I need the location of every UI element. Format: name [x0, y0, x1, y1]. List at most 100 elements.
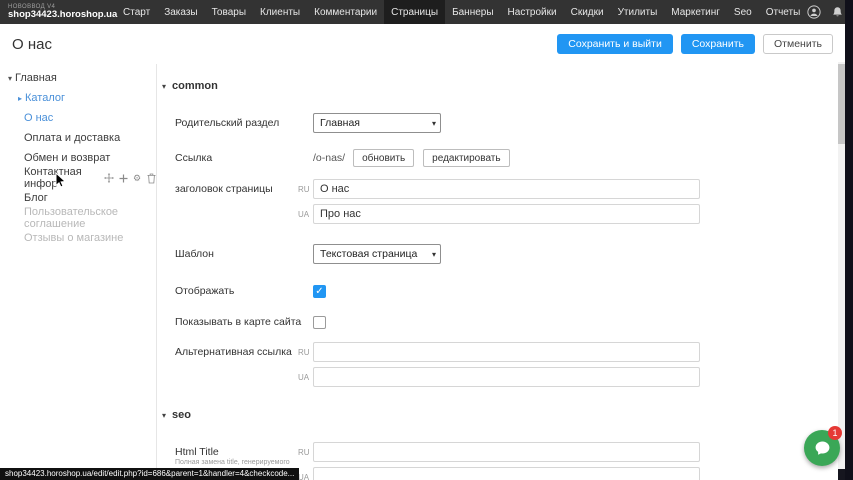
chevron-down-icon — [432, 250, 436, 259]
tree-item-label: Оплата и доставка — [24, 132, 120, 144]
html-title-ru-input[interactable] — [313, 442, 700, 462]
app-window: НОВОВВОД V4 shop34423.horoshop.ua Старт … — [0, 0, 853, 480]
tree-item-user-agreement[interactable]: Пользовательское соглашение — [0, 208, 156, 228]
tree-item-label: Пользовательское соглашение — [24, 206, 156, 230]
alt-link-ru-input[interactable] — [313, 342, 700, 362]
menu-item-seo[interactable]: Seo — [727, 0, 759, 24]
top-menu: Старт Заказы Товары Клиенты Комментарии … — [116, 0, 807, 24]
pages-tree-sidebar: Главная Каталог О нас Оплата и доставка … — [0, 64, 157, 470]
page-title-ua-input[interactable] — [313, 204, 700, 224]
field-html-title-ru: Html Title Полная замена title, генериру… — [158, 442, 700, 462]
chevron-down-icon — [432, 119, 436, 128]
tree-item-label: Обмен и возврат — [24, 152, 110, 164]
user-account-icon[interactable] — [807, 5, 821, 19]
add-icon[interactable] — [118, 173, 128, 184]
section-title: common — [172, 80, 218, 92]
section-common[interactable]: common — [162, 80, 218, 92]
field-page-title-ua: UA — [158, 204, 700, 224]
brand-domain: shop34423.horoshop.ua — [8, 10, 116, 20]
field-alt-link-ua: UA — [158, 367, 700, 387]
tree-item-actions: ⚙ — [104, 173, 156, 184]
link-refresh-button[interactable]: обновить — [353, 149, 414, 167]
menu-item-settings[interactable]: Настройки — [501, 0, 564, 24]
window-right-edge — [845, 0, 853, 480]
tree-item-home[interactable]: Главная — [0, 68, 156, 88]
cancel-button[interactable]: Отменить — [763, 34, 833, 54]
lang-badge-ru: RU — [298, 184, 313, 194]
link-edit-button[interactable]: редактировать — [423, 149, 509, 167]
field-label: Альтернативная ссылка — [158, 346, 298, 358]
field-link: Ссылка /o-nas/ обновить редактировать — [158, 148, 519, 168]
move-icon[interactable] — [104, 173, 114, 184]
menu-item-clients[interactable]: Клиенты — [253, 0, 307, 24]
tree-item-about[interactable]: О нас — [0, 108, 156, 128]
menu-item-banners[interactable]: Баннеры — [445, 0, 500, 24]
field-parent-section: Родительский раздел Главная — [158, 113, 441, 133]
template-select[interactable]: Текстовая страница — [313, 244, 441, 264]
field-label: Ссылка — [158, 152, 313, 164]
notifications-bell-icon[interactable] — [830, 5, 844, 19]
html-title-label: Html Title — [175, 446, 219, 458]
caret-down-icon — [162, 82, 166, 91]
page-header: О нас Сохранить и выйти Сохранить Отмени… — [0, 24, 845, 64]
field-sitemap: Показывать в карте сайта — [158, 312, 326, 332]
vertical-scrollbar-thumb[interactable] — [838, 64, 845, 144]
field-label: Шаблон — [158, 248, 313, 260]
tree-item-contact-info[interactable]: Контактная инфор ⚙ — [0, 168, 156, 188]
link-value: /o-nas/ — [313, 152, 345, 164]
menu-item-utilities[interactable]: Утилиты — [611, 0, 665, 24]
tree-item-label: Блог — [24, 192, 48, 204]
menu-item-reports[interactable]: Отчеты — [759, 0, 808, 24]
tree-item-label: О нас — [24, 112, 53, 124]
tree-item-payment-delivery[interactable]: Оплата и доставка — [0, 128, 156, 148]
tree-item-label: Контактная инфор — [24, 166, 99, 190]
tree-item-label: Отзывы о магазине — [24, 232, 123, 244]
section-seo[interactable]: seo — [162, 409, 191, 421]
field-label: Родительский раздел — [158, 117, 313, 129]
sitemap-checkbox[interactable] — [313, 316, 326, 329]
lang-badge-ua: UA — [298, 472, 313, 480]
html-title-ua-input[interactable] — [313, 467, 700, 480]
page-title-ru-input[interactable] — [313, 179, 700, 199]
save-and-exit-button[interactable]: Сохранить и выйти — [557, 34, 673, 54]
field-label: Отображать — [158, 285, 313, 297]
page-title: О нас — [12, 36, 52, 53]
menu-item-pages[interactable]: Страницы — [384, 0, 445, 24]
menu-item-start[interactable]: Старт — [116, 0, 157, 24]
menu-item-orders[interactable]: Заказы — [157, 0, 204, 24]
tree-item-exchange-return[interactable]: Обмен и возврат — [0, 148, 156, 168]
field-page-title-ru: заголовок страницы RU — [158, 179, 700, 199]
tree-item-label: Главная — [15, 72, 57, 84]
field-template: Шаблон Текстовая страница — [158, 244, 441, 264]
chat-widget-button[interactable]: 1 — [804, 430, 840, 466]
brand[interactable]: НОВОВВОД V4 shop34423.horoshop.ua — [0, 4, 116, 20]
parent-section-select[interactable]: Главная — [313, 113, 441, 133]
menu-item-discounts[interactable]: Скидки — [564, 0, 611, 24]
display-checkbox[interactable] — [313, 285, 326, 298]
field-label: Показывать в карте сайта — [158, 316, 313, 328]
save-button[interactable]: Сохранить — [681, 34, 755, 54]
gear-icon[interactable]: ⚙ — [132, 173, 142, 184]
menu-item-products[interactable]: Товары — [205, 0, 253, 24]
lang-badge-ua: UA — [298, 372, 313, 382]
alt-link-ua-input[interactable] — [313, 367, 700, 387]
field-label: Html Title Полная замена title, генериру… — [158, 446, 298, 458]
browser-status-url: shop34423.horoshop.ua/edit/edit.php?id=6… — [0, 468, 299, 480]
field-alt-link-ru: Альтернативная ссылка RU — [158, 342, 700, 362]
tree-item-label: Каталог — [25, 92, 65, 104]
field-display: Отображать — [158, 281, 326, 301]
menu-item-comments[interactable]: Комментарии — [307, 0, 384, 24]
tree-item-blog[interactable]: Блог — [0, 188, 156, 208]
caret-down-icon[interactable] — [5, 74, 15, 83]
menu-item-marketing[interactable]: Маркетинг — [664, 0, 727, 24]
lang-badge-ru: RU — [298, 447, 313, 457]
field-note: Полная замена title, генерируемого — [175, 459, 290, 466]
select-value: Главная — [320, 117, 360, 129]
tree-item-store-reviews[interactable]: Отзывы о магазине — [0, 228, 156, 248]
caret-right-icon[interactable] — [15, 94, 25, 103]
tree-item-catalog[interactable]: Каталог — [0, 88, 156, 108]
page-edit-form: common Родительский раздел Главная Ссылк… — [158, 64, 845, 480]
scrollbar-bottom-corner — [838, 469, 845, 480]
lang-badge-ua: UA — [298, 209, 313, 219]
trash-icon[interactable] — [146, 173, 156, 184]
